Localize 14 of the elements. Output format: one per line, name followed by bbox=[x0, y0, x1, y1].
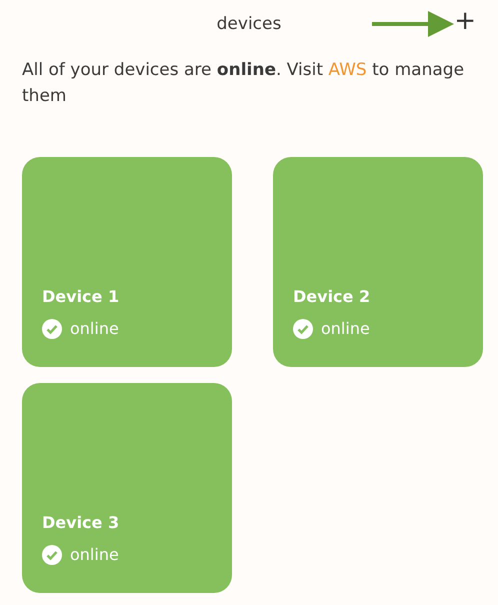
device-status: online bbox=[70, 544, 119, 566]
device-name: Device 3 bbox=[42, 512, 120, 534]
status-message: All of your devices are online. Visit AWS to manage them bbox=[21, 59, 466, 108]
aws-link[interactable]: AWS bbox=[328, 60, 367, 80]
device-card[interactable]: Device 2 online bbox=[273, 157, 483, 367]
add-button[interactable]: + bbox=[452, 8, 478, 34]
device-status: online bbox=[321, 318, 370, 340]
page-title: devices bbox=[216, 13, 282, 36]
arrow-icon bbox=[372, 11, 454, 37]
device-name: Device 1 bbox=[42, 286, 120, 308]
device-name: Device 2 bbox=[293, 286, 372, 308]
device-card[interactable]: Device 3 online bbox=[22, 383, 232, 593]
device-card[interactable]: Device 1 online bbox=[22, 157, 232, 367]
device-status: online bbox=[70, 318, 119, 340]
